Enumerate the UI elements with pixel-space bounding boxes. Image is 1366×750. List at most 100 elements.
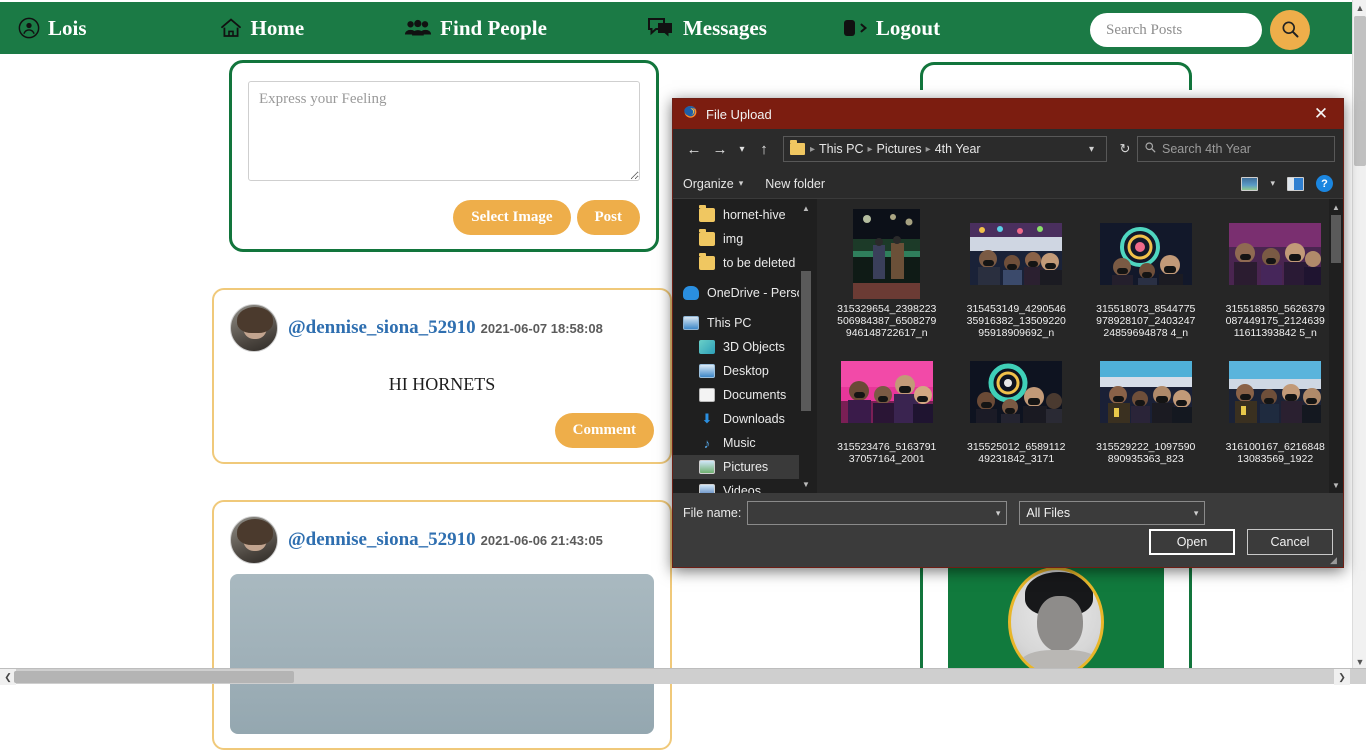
chevron-down-icon[interactable]: ▾ (1194, 508, 1199, 519)
file-thumbnail (1223, 209, 1327, 299)
post-body: HI HORNETS (388, 374, 496, 394)
file-item[interactable]: 315329654_2398223506984387_6508279946148… (823, 205, 951, 339)
search-icon (1280, 19, 1300, 42)
tree-item-onedrive[interactable]: OneDrive - Person (673, 281, 813, 305)
file-item[interactable]: 315529222_1097590890935363_823 (1082, 343, 1210, 465)
select-image-button[interactable]: Select Image (453, 200, 571, 235)
search-input[interactable] (1090, 13, 1262, 47)
help-icon[interactable]: ? (1316, 175, 1333, 192)
arrow-up-icon[interactable]: ↑ (751, 136, 777, 162)
avatar[interactable] (230, 304, 278, 352)
downloads-icon: ⬇ (701, 411, 713, 426)
tree-scrollbar[interactable]: ▲ ▼ (799, 199, 813, 493)
new-folder-button[interactable]: New folder (765, 177, 825, 191)
file-item[interactable]: 316100167_621684813083569_1922 (1212, 343, 1340, 465)
file-thumbnail (1223, 347, 1327, 437)
composer-textarea[interactable] (248, 81, 640, 181)
post-header: @dennise_siona_52910 2021-06-07 18:58:08 (230, 304, 654, 352)
nav-item-logout-label: Logout (875, 15, 941, 40)
post-image (230, 574, 654, 734)
open-button[interactable]: Open (1149, 529, 1235, 555)
vertical-scrollbar-thumb[interactable] (1354, 16, 1366, 166)
tree-item-desktop[interactable]: Desktop (673, 359, 813, 383)
pictures-icon (699, 460, 715, 474)
file-type-select[interactable]: All Files ▾ (1019, 501, 1206, 525)
chevron-down-icon[interactable]: ▾ (1081, 144, 1102, 155)
file-list-scrollbar-thumb[interactable] (1331, 215, 1341, 263)
refresh-icon[interactable]: ↻ (1113, 137, 1137, 161)
tree-item-this-pc[interactable]: This PC (673, 311, 813, 335)
file-name: 315329654_2398223506984387_6508279946148… (837, 303, 937, 339)
post-username[interactable]: @dennise_siona_52910 (288, 317, 476, 338)
cloud-icon (683, 286, 699, 300)
file-item[interactable]: 315518073_8544775978928107_2403247248596… (1082, 205, 1210, 339)
tree-item-img[interactable]: img (673, 227, 813, 251)
breadcrumb[interactable]: ▸ This PC ▸ Pictures ▸ 4th Year ▾ (783, 136, 1107, 162)
profile-card (920, 567, 1192, 677)
recent-locations-chevron-down-icon[interactable]: ▾ (733, 136, 751, 162)
close-icon[interactable]: ✕ (1299, 99, 1343, 129)
file-list-scrollbar[interactable]: ▲ ▼ (1329, 199, 1343, 493)
dialog-navigation-bar: ← → ▾ ↑ ▸ This PC ▸ Pictures ▸ 4th Year … (673, 129, 1343, 169)
nav-item-messages[interactable]: Messages (647, 16, 767, 41)
avatar[interactable] (230, 516, 278, 564)
tree-item-hornet-hive[interactable]: hornet-hive (673, 203, 813, 227)
file-item[interactable]: 315523476_516379137057164_2001 (823, 343, 951, 465)
dialog-search-placeholder: Search 4th Year (1162, 142, 1251, 156)
preview-pane-icon[interactable] (1287, 176, 1304, 191)
view-options-icon[interactable] (1241, 176, 1259, 191)
post-card: @dennise_siona_52910 2021-06-07 18:58:08 … (212, 288, 672, 464)
arrow-right-icon[interactable]: → (707, 136, 733, 162)
file-item[interactable]: 315518850_5626379087449175_2124639116113… (1212, 205, 1340, 339)
dialog-search-box[interactable]: Search 4th Year (1137, 136, 1335, 162)
tree-item-label: img (723, 232, 744, 246)
horizontal-scrollbar-thumb[interactable] (14, 671, 294, 683)
resize-grip-icon[interactable]: ◢ (1330, 555, 1340, 565)
breadcrumb-item-pictures[interactable]: Pictures (874, 142, 925, 156)
vertical-scrollbar[interactable]: ▲ ▼ (1352, 0, 1366, 670)
tree-item-to-be-deleted[interactable]: to be deleted (673, 251, 813, 275)
file-item[interactable]: 315525012_658911249231842_3171 (953, 343, 1081, 465)
post-button[interactable]: Post (576, 200, 640, 235)
organize-button[interactable]: Organize ▾ (683, 177, 743, 191)
profile-avatar[interactable] (1008, 567, 1104, 677)
tree-item-videos[interactable]: Videos (673, 479, 813, 493)
chevron-up-icon[interactable]: ▲ (1329, 200, 1343, 214)
chevron-down-icon[interactable]: ▾ (996, 508, 1001, 519)
nav-item-home-label: Home (250, 15, 305, 40)
file-item[interactable]: 315453149_429054635916382_13509220959189… (953, 205, 1081, 339)
tree-item-label: to be deleted (723, 256, 796, 270)
breadcrumb-item-this-pc[interactable]: This PC (816, 142, 866, 156)
tree-item-3d-objects[interactable]: 3D Objects (673, 335, 813, 359)
view-options-chevron-down-icon[interactable]: ▾ (1270, 178, 1275, 189)
search-button[interactable] (1270, 10, 1310, 50)
post-header: @dennise_siona_52910 2021-06-06 21:43:05 (230, 516, 654, 564)
chevron-up-icon[interactable]: ▲ (799, 201, 813, 215)
file-name-input[interactable]: ▾ (747, 501, 1008, 525)
arrow-left-icon[interactable]: ← (681, 136, 707, 162)
tree-item-label: Documents (723, 388, 787, 402)
nav-item-find-people[interactable]: Find People (404, 16, 547, 41)
tree-item-documents[interactable]: Documents (673, 383, 813, 407)
tree-item-pictures[interactable]: Pictures (673, 455, 813, 479)
dialog-title-bar[interactable]: File Upload ✕ (673, 99, 1343, 129)
chevron-up-icon[interactable]: ▲ (1353, 0, 1366, 16)
chevron-right-icon[interactable]: ❯ (1334, 669, 1350, 685)
post-username[interactable]: @dennise_siona_52910 (288, 529, 476, 550)
nav-item-logout[interactable]: Logout (842, 16, 940, 41)
horizontal-scrollbar[interactable]: ❮ ❯ (0, 668, 1366, 685)
tree-scrollbar-thumb[interactable] (801, 271, 811, 411)
tree-item-downloads[interactable]: ⬇ Downloads (673, 407, 813, 431)
tree-item-music[interactable]: ♪ Music (673, 431, 813, 455)
nav-item-home[interactable]: Home (219, 15, 305, 41)
profile-card-top (920, 62, 1192, 90)
cancel-button[interactable]: Cancel (1247, 529, 1333, 555)
documents-icon (699, 388, 715, 402)
chevron-down-icon[interactable]: ▼ (1329, 478, 1343, 492)
dialog-button-row: Open Cancel (1149, 529, 1333, 555)
breadcrumb-item-4th-year[interactable]: 4th Year (932, 142, 984, 156)
chevron-down-icon[interactable]: ▼ (799, 477, 813, 491)
nav-brand-lois[interactable]: Lois (18, 16, 87, 41)
nav-item-messages-label: Messages (682, 15, 767, 40)
comment-button[interactable]: Comment (554, 413, 654, 448)
